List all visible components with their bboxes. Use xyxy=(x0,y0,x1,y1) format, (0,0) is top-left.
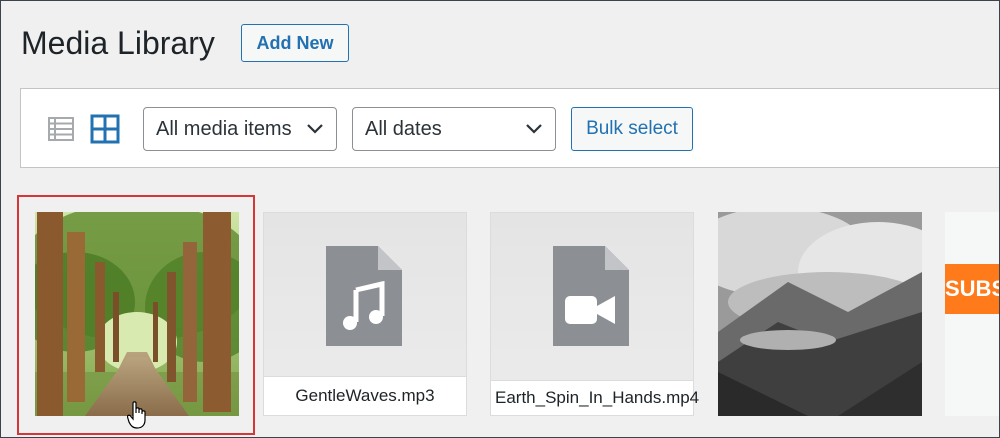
grid-view-icon[interactable] xyxy=(90,114,120,144)
media-library-page: Media Library Add New All media items Al… xyxy=(0,0,1000,438)
media-item-video-file[interactable]: Earth_Spin_In_Hands.mp4 xyxy=(490,212,699,416)
date-filter-value: All dates xyxy=(365,117,442,140)
media-item-subscribe-image[interactable]: SUBSC xyxy=(945,212,999,416)
media-item-filename: GentleWaves.mp3 xyxy=(264,376,466,415)
media-toolbar: All media items All dates Bulk select xyxy=(20,88,999,168)
date-filter[interactable]: All dates xyxy=(352,107,556,151)
subscribe-banner-thumbnail: SUBSC xyxy=(945,264,999,314)
chevron-down-icon xyxy=(526,124,542,134)
add-new-button[interactable]: Add New xyxy=(241,24,349,62)
media-item-forest-image[interactable] xyxy=(15,202,265,416)
media-type-filter[interactable]: All media items xyxy=(143,107,337,151)
list-view-icon[interactable] xyxy=(47,115,75,143)
media-item-mountain-image[interactable] xyxy=(688,207,958,416)
media-item-filename: Earth_Spin_In_Hands.mp4 xyxy=(491,380,699,415)
page-title: Media Library xyxy=(21,25,215,61)
bulk-select-button[interactable]: Bulk select xyxy=(571,107,693,151)
video-file-icon xyxy=(553,246,629,346)
hand-pointer-cursor-icon xyxy=(127,401,146,429)
media-type-filter-value: All media items xyxy=(156,117,292,140)
chevron-down-icon xyxy=(307,124,323,134)
mountain-lake-thumbnail xyxy=(688,207,958,416)
audio-file-icon xyxy=(326,246,402,346)
media-item-audio-file[interactable]: GentleWaves.mp3 xyxy=(263,212,467,416)
forest-path-thumbnail xyxy=(15,202,265,416)
